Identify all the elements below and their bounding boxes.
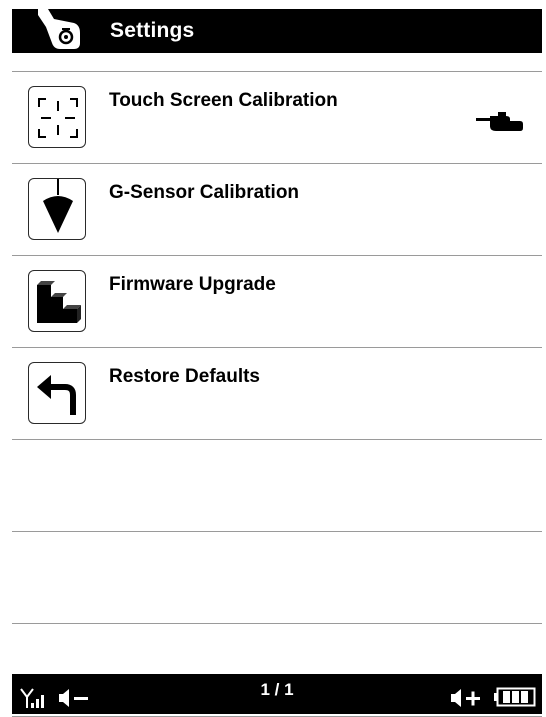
status-bar: 1 / 1 bbox=[12, 674, 542, 714]
settings-screen: Settings Touch Screen Calibration G-Sens… bbox=[12, 9, 542, 717]
battery-icon bbox=[494, 686, 536, 713]
title-bar: Settings bbox=[12, 9, 542, 53]
menu-item-label: Firmware Upgrade bbox=[109, 274, 276, 295]
menu-item-firmware-upgrade[interactable]: Firmware Upgrade bbox=[12, 255, 542, 347]
empty-row bbox=[12, 531, 542, 623]
volume-up-icon[interactable] bbox=[450, 687, 484, 714]
menu-item-restore-defaults[interactable]: Restore Defaults bbox=[12, 347, 542, 439]
settings-list: Touch Screen Calibration G-Sensor Calibr… bbox=[12, 71, 542, 717]
menu-item-label: Touch Screen Calibration bbox=[109, 90, 338, 111]
empty-row bbox=[12, 439, 542, 531]
return-arrow-icon bbox=[28, 362, 86, 424]
stairs-upgrade-icon bbox=[28, 270, 86, 332]
page-title: Settings bbox=[110, 19, 195, 42]
wrench-settings-icon bbox=[34, 9, 84, 53]
menu-item-label: Restore Defaults bbox=[109, 366, 260, 387]
menu-item-g-sensor-calibration[interactable]: G-Sensor Calibration bbox=[12, 163, 542, 255]
plumb-bob-icon bbox=[28, 178, 86, 240]
pointing-hand-icon bbox=[476, 112, 524, 132]
menu-item-label: G-Sensor Calibration bbox=[109, 182, 300, 203]
crosshair-calibration-icon bbox=[28, 86, 86, 148]
menu-item-touch-screen-calibration[interactable]: Touch Screen Calibration bbox=[12, 71, 542, 163]
